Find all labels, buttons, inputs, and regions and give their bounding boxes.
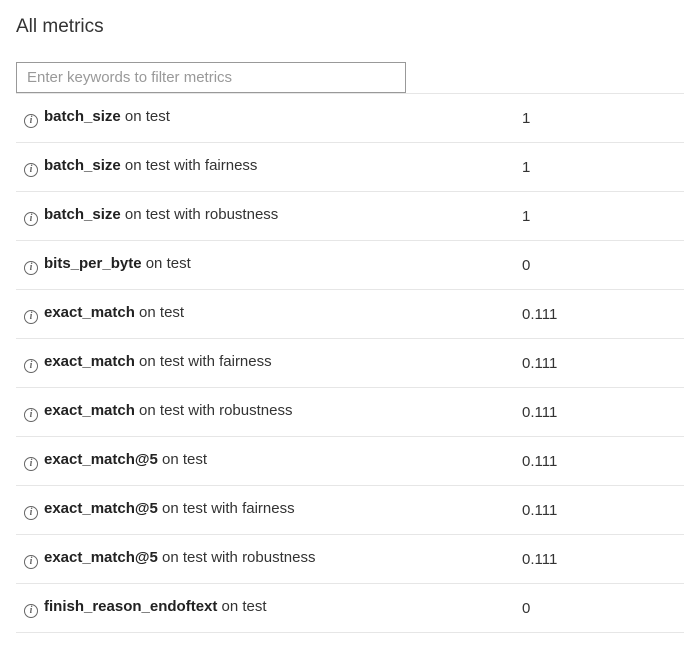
metrics-filter-input[interactable] <box>16 62 406 93</box>
metric-value: 0.111 <box>514 437 684 486</box>
table-row: i exact_match on test 0.111 <box>16 290 684 339</box>
metric-suffix: on test <box>158 451 207 468</box>
page-title: All metrics <box>16 16 684 38</box>
table-row: i exact_match on test with fairness 0.111 <box>16 339 684 388</box>
info-icon[interactable]: i <box>24 114 38 128</box>
info-icon[interactable]: i <box>24 604 38 618</box>
table-row: i batch_size on test 1 <box>16 94 684 143</box>
metric-name: exact_match <box>44 304 135 321</box>
metric-cell: i finish_reason_endoftext on test <box>16 584 514 633</box>
metric-name: exact_match@5 <box>44 451 158 468</box>
metrics-table: i batch_size on test 1 i batch_size on test … <box>16 62 684 633</box>
metric-value: 0.111 <box>514 388 684 437</box>
metric-name: exact_match@5 <box>44 500 158 517</box>
info-icon[interactable]: i <box>24 212 38 226</box>
metric-suffix: on test with robustness <box>135 402 293 419</box>
metric-value: 0.111 <box>514 339 684 388</box>
metric-cell: i exact_match on test with robustness <box>16 388 514 437</box>
table-row: i batch_size on test with robustness 1 <box>16 192 684 241</box>
info-icon[interactable]: i <box>24 506 38 520</box>
metric-cell: i batch_size on test with fairness <box>16 143 514 192</box>
info-icon[interactable]: i <box>24 408 38 422</box>
metric-suffix: on test <box>135 304 184 321</box>
metric-name: bits_per_byte <box>44 255 142 272</box>
metric-suffix: on test <box>142 255 191 272</box>
table-row: i bits_per_byte on test 0 <box>16 241 684 290</box>
metric-value: 0.111 <box>514 486 684 535</box>
info-icon[interactable]: i <box>24 457 38 471</box>
metric-suffix: on test <box>121 108 170 125</box>
metric-suffix: on test with fairness <box>135 353 272 370</box>
metric-suffix: on test with fairness <box>121 157 258 174</box>
table-row: i exact_match@5 on test with robustness 0.… <box>16 535 684 584</box>
metric-suffix: on test with fairness <box>158 500 295 517</box>
metric-value: 0.111 <box>514 290 684 339</box>
metric-name: exact_match <box>44 353 135 370</box>
metric-value: 1 <box>514 192 684 241</box>
metric-name: exact_match@5 <box>44 549 158 566</box>
filter-cell <box>16 62 684 94</box>
metric-cell: i batch_size on test <box>16 94 514 143</box>
metric-value: 0 <box>514 241 684 290</box>
info-icon[interactable]: i <box>24 261 38 275</box>
metric-value: 0.111 <box>514 535 684 584</box>
metrics-panel: All metrics ibatch_size on test1ibatch_s… <box>0 0 700 649</box>
metric-cell: i exact_match on test <box>16 290 514 339</box>
metric-cell: i exact_match@5 on test with fairness <box>16 486 514 535</box>
info-icon[interactable]: i <box>24 359 38 373</box>
filter-row <box>16 62 684 94</box>
metric-name: batch_size <box>44 108 121 125</box>
metric-value: 1 <box>514 143 684 192</box>
metric-cell: i exact_match@5 on test with robustness <box>16 535 514 584</box>
metric-name: exact_match <box>44 402 135 419</box>
table-row: i exact_match on test with robustness 0.11… <box>16 388 684 437</box>
table-row: i exact_match@5 on test 0.111 <box>16 437 684 486</box>
table-row: i batch_size on test with fairness 1 <box>16 143 684 192</box>
metric-suffix: on test with robustness <box>121 206 279 223</box>
metric-cell: i exact_match on test with fairness <box>16 339 514 388</box>
table-row: i finish_reason_endoftext on test 0 <box>16 584 684 633</box>
metrics-tbody: i batch_size on test 1 i batch_size on test … <box>16 62 684 633</box>
metric-cell: i exact_match@5 on test <box>16 437 514 486</box>
table-row: i exact_match@5 on test with fairness 0.11… <box>16 486 684 535</box>
metric-suffix: on test with robustness <box>158 549 316 566</box>
metric-value: 0 <box>514 584 684 633</box>
metric-name: finish_reason_endoftext <box>44 598 217 615</box>
info-icon[interactable]: i <box>24 310 38 324</box>
info-icon[interactable]: i <box>24 555 38 569</box>
info-icon[interactable]: i <box>24 163 38 177</box>
metric-suffix: on test <box>217 598 266 615</box>
metric-name: batch_size <box>44 206 121 223</box>
metric-value: 1 <box>514 94 684 143</box>
metric-cell: i batch_size on test with robustness <box>16 192 514 241</box>
metric-cell: i bits_per_byte on test <box>16 241 514 290</box>
metric-name: batch_size <box>44 157 121 174</box>
